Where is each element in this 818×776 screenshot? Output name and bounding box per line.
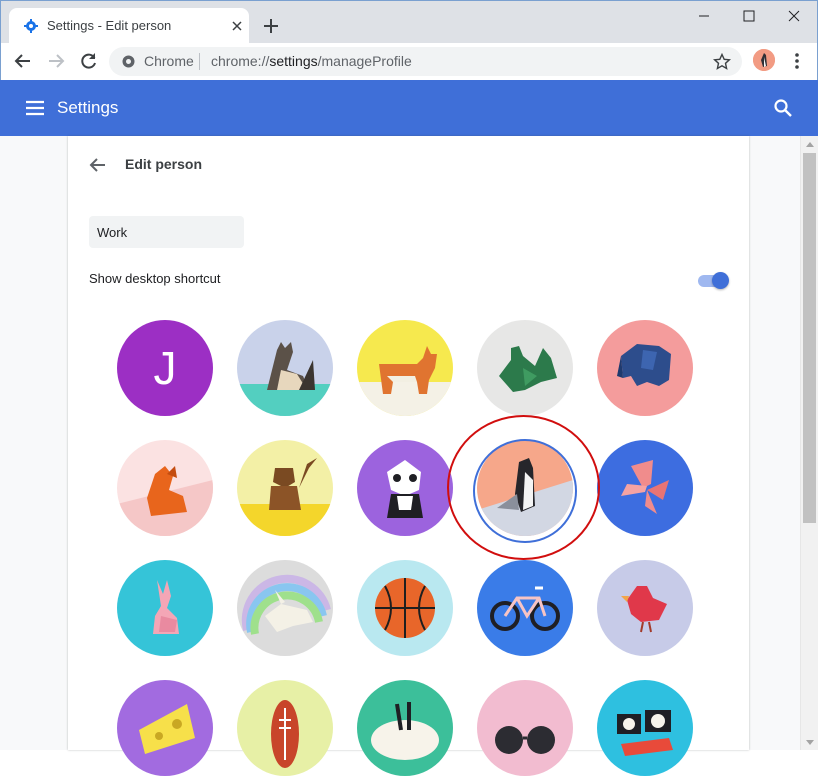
sushi-icon [597,680,693,776]
avatar-rabbit[interactable] [117,560,213,656]
avatar-letter-text: J [153,342,177,394]
tab-settings[interactable]: Settings - Edit person [9,8,249,44]
reload-icon[interactable] [79,51,99,71]
url-host: settings [269,53,318,69]
bike-icon [477,560,573,656]
dragon-icon [477,320,573,416]
cat-icon [237,320,333,416]
tab-title: Settings - Edit person [47,18,172,33]
penguin-avatar-icon [753,49,775,71]
omnibox-separator [199,53,200,70]
avatar-sunglasses[interactable] [477,680,573,776]
close-icon[interactable] [229,18,245,34]
gear-icon [24,19,38,33]
tab-strip: Settings - Edit person [0,0,818,44]
settings-title: Settings [57,98,119,117]
cheese-icon [117,680,213,776]
avatar-sushi[interactable] [597,680,693,776]
avatar-corgi[interactable] [357,320,453,416]
fox-icon [117,440,213,536]
avatar-bird[interactable] [597,560,693,656]
butterfly-icon [597,440,693,536]
url-path: /manageProfile [317,53,412,69]
back-arrow-icon[interactable] [13,51,33,71]
minimize-icon[interactable] [681,1,727,31]
panda-icon [357,440,453,536]
avatar-panda[interactable] [357,440,453,536]
name-field[interactable] [89,216,244,248]
avatar-cheese[interactable] [117,680,213,776]
basketball-icon [357,560,453,656]
avatar-basketball[interactable] [357,560,453,656]
scroll-up-arrow-icon[interactable] [806,142,814,147]
menu-icon[interactable] [24,97,46,119]
avatar-cat[interactable] [237,320,333,416]
elephant-icon [597,320,693,416]
search-icon[interactable] [772,97,794,119]
more-menu-icon[interactable] [787,51,807,71]
avatar-fox[interactable] [117,440,213,536]
sunglasses-icon [477,680,573,776]
avatar-football[interactable] [237,680,333,776]
corgi-icon [357,320,453,416]
avatar-monkey[interactable] [237,440,333,536]
close-window-icon[interactable] [771,1,817,31]
football-icon [237,680,333,776]
toggle-knob [712,272,729,289]
omnibox-chip: Chrome [144,53,194,69]
monkey-icon [237,440,333,536]
desktop-shortcut-label: Show desktop shortcut [89,271,221,286]
url-scheme: chrome:// [211,53,270,69]
omnibox[interactable]: Chrome chrome://settings/manageProfile [109,47,742,76]
avatar-dragon[interactable] [477,320,573,416]
desktop-shortcut-toggle[interactable] [698,272,730,290]
ramen-icon [357,680,453,776]
avatar-ramen[interactable] [357,680,453,776]
back-arrow-icon[interactable] [88,155,108,175]
scroll-down-arrow-icon[interactable] [806,740,814,745]
maximize-icon[interactable] [726,1,772,31]
bookmark-star-icon[interactable] [713,53,731,71]
scroll-thumb[interactable] [803,153,816,523]
page-scrollbar[interactable] [800,136,818,750]
forward-arrow-icon[interactable] [46,51,66,71]
profile-avatar[interactable] [753,49,775,71]
avatar-bike[interactable] [477,560,573,656]
chrome-page-icon[interactable] [121,54,136,69]
rabbit-icon [117,560,213,656]
avatar-letter[interactable]: J [117,320,213,416]
avatar-butterfly[interactable] [597,440,693,536]
highlight-annotation-circle [447,415,600,560]
bird-icon [597,560,693,656]
avatar-elephant[interactable] [597,320,693,416]
avatar-unicorn[interactable] [237,560,333,656]
unicorn-icon [237,560,333,656]
url-text[interactable]: chrome://settings/manageProfile [211,53,412,69]
browser-toolbar: Chrome chrome://settings/manageProfile [0,43,818,80]
page-title: Edit person [125,156,203,172]
new-tab-icon[interactable] [261,16,281,36]
settings-header: Settings [0,80,818,136]
